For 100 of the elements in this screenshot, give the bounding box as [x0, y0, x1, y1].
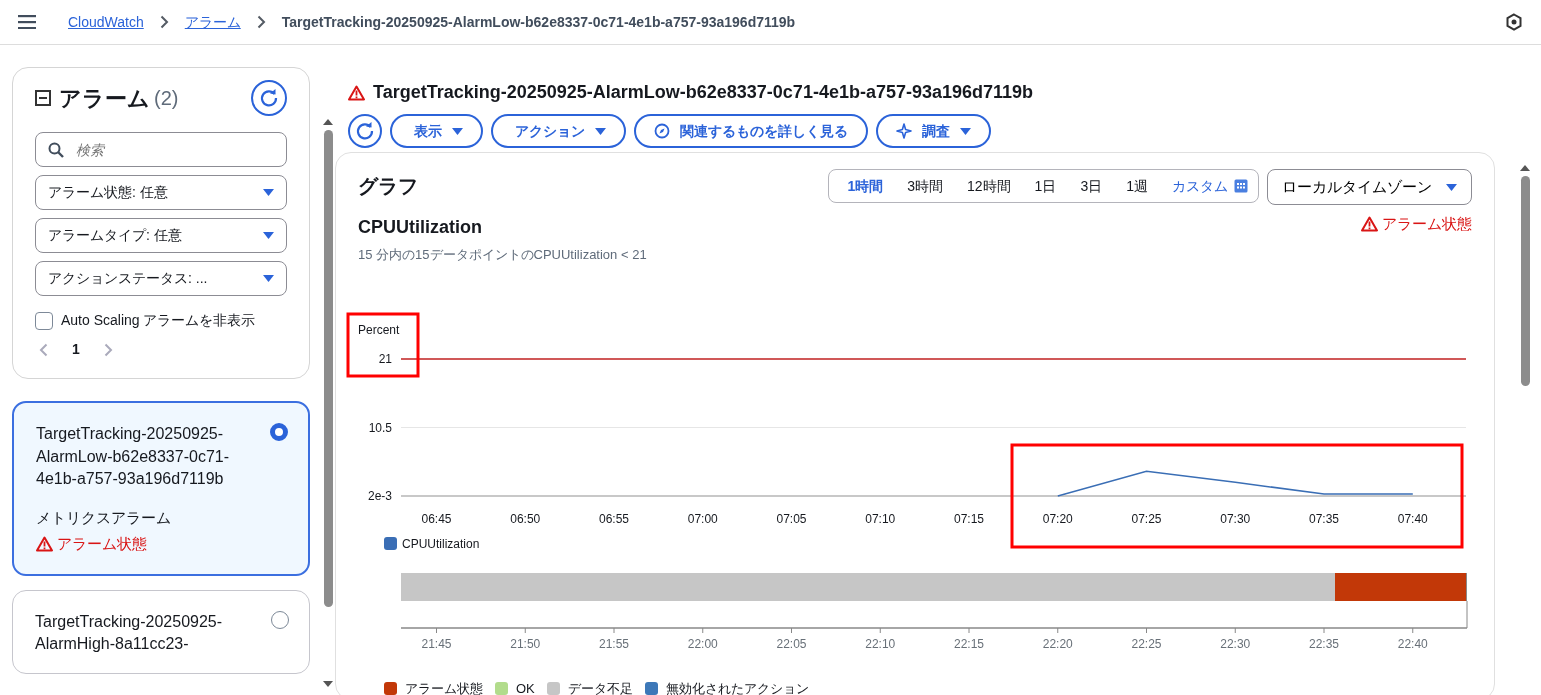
tick-label: 07:25	[1131, 512, 1162, 526]
tick-label: 06:45	[421, 512, 452, 526]
custom-range-button[interactable]: カスタム	[1160, 175, 1234, 197]
warning-icon	[1361, 216, 1378, 233]
tick-label: 07:00	[687, 512, 718, 526]
filter-dropdown[interactable]: アラーム状態: 任意	[35, 175, 287, 210]
filter-dropdown[interactable]: アクションステータス: ...	[35, 261, 287, 296]
checkbox-label: Auto Scaling アラームを非表示	[61, 311, 256, 330]
action-button[interactable]: 調査	[876, 114, 991, 148]
timezone-dropdown[interactable]: ローカルタイムゾーン	[1267, 169, 1472, 205]
time-range-selector[interactable]: 1時間 3時間 12時間 1日 3日 1週 カスタム	[828, 169, 1259, 203]
tick-label: 06:50	[510, 512, 541, 526]
tick-label: 10.5	[368, 420, 392, 435]
time-range-option[interactable]: 1日	[1022, 175, 1069, 197]
tick-label: 07:35	[1309, 512, 1339, 526]
tick-label: 07:30	[1220, 512, 1251, 526]
scroll-thumb[interactable]	[1520, 176, 1530, 386]
refresh-button[interactable]	[251, 80, 287, 116]
tick-label: 22:35	[1309, 637, 1339, 651]
legend-label: データ不足	[567, 680, 633, 695]
filter-dropdown[interactable]: アラームタイプ: 任意	[35, 218, 287, 253]
caret-icon	[960, 126, 971, 136]
time-range-option[interactable]: 1週	[1114, 175, 1160, 197]
tick-label: 21:55	[599, 637, 629, 651]
calendar-icon[interactable]	[1234, 179, 1248, 193]
warning-icon	[348, 84, 365, 101]
warning-icon	[36, 536, 53, 553]
scroll-down-icon[interactable]	[322, 680, 334, 689]
legend-label: OK	[516, 680, 535, 695]
tick-label: 07:20	[1042, 512, 1073, 526]
tick-label: 07:15	[954, 512, 984, 526]
tick-label: 22:00	[687, 637, 718, 651]
tick-label: 21:45	[421, 637, 452, 651]
tick-label: 22:15	[954, 637, 984, 651]
scroll-thumb[interactable]	[323, 130, 333, 607]
alarm-condition: 15 分内の15データポイントのCPUUtilization < 21	[358, 245, 648, 264]
panel-title: アラーム	[59, 84, 150, 113]
caret-icon	[263, 274, 274, 283]
tick-label: 07:05	[776, 512, 807, 526]
radio-button[interactable]	[271, 610, 289, 629]
page-number[interactable]: 1	[72, 339, 80, 361]
tick-label: 06:55	[599, 512, 629, 526]
radio-button[interactable]	[270, 423, 288, 442]
action-button[interactable]: アクション	[491, 114, 626, 148]
metric-name: CPUUtilization	[358, 215, 482, 239]
refresh-button[interactable]	[348, 114, 382, 148]
graph-heading: グラフ	[358, 174, 418, 199]
chevron-right-icon	[159, 15, 169, 29]
axis-title: Percent	[358, 323, 400, 337]
alarm-name: TargetTracking-20250925-AlarmHigh-8a11cc23-	[35, 611, 224, 654]
refresh-icon	[259, 88, 279, 108]
alarm-name: TargetTracking-20250925-AlarmLow-b62e8337-0c71-4e1b-a757-93a196d7119b	[36, 424, 230, 490]
tick-label: 07:10	[865, 512, 896, 526]
caret-icon	[452, 126, 463, 136]
tick-label: 21:50	[510, 637, 541, 651]
tick-label: 22:05	[776, 637, 807, 651]
breadcrumb-link[interactable]: CloudWatch	[68, 11, 144, 33]
tick-label: 22:30	[1220, 637, 1251, 651]
compass-icon	[654, 123, 670, 139]
time-range-option[interactable]: 12時間	[955, 175, 1023, 197]
scroll-up-icon[interactable]	[1519, 163, 1531, 172]
tick-label: 22:25	[1131, 637, 1162, 651]
time-range-option[interactable]: 1時間	[835, 175, 896, 197]
alarm-title: TargetTracking-20250925-AlarmLow-b62e8337-0c71-4e1b-a757-93a196d7119b	[373, 81, 1034, 104]
alarm-state: アラーム状態	[57, 534, 147, 555]
search-field[interactable]: 検索	[35, 132, 287, 167]
time-range-option[interactable]: 3時間	[895, 175, 956, 197]
tick-label: 22:20	[1042, 637, 1073, 651]
tick-label: 22:10	[865, 637, 896, 651]
caret-icon	[595, 126, 606, 136]
legend-label: CPUUtilization	[402, 537, 480, 551]
legend-label: アラーム状態	[405, 680, 483, 695]
legend-swatch	[384, 537, 397, 550]
tick-label: 21	[378, 352, 392, 366]
tick-label: 2e-3	[367, 489, 392, 503]
legend-label: 無効化されたアクション	[665, 680, 809, 695]
chevron-right-icon	[256, 15, 266, 29]
caret-icon	[263, 231, 274, 240]
breadcrumb-link[interactable]: アラーム	[184, 11, 241, 33]
alarm-state: アラーム状態	[1382, 214, 1472, 234]
checkbox[interactable]	[35, 312, 53, 330]
breadcrumb-current: TargetTracking-20250925-AlarmLow-b62e8337-0c71-4e1b-a757-93a196d7119b	[281, 12, 796, 32]
alarm-item[interactable]: TargetTracking-20250925-AlarmLow-b62e8337-0c71-4e1b-a757-93a196d7119b メトリクスアラーム アラーム状態	[12, 401, 310, 576]
search-icon	[48, 142, 64, 158]
alarm-count: (2)	[154, 86, 179, 111]
action-button[interactable]: 表示	[390, 114, 483, 148]
caret-icon	[263, 188, 274, 197]
hexagon-icon[interactable]	[1505, 13, 1523, 31]
sparkle-icon	[896, 123, 912, 139]
caret-icon	[1446, 182, 1457, 192]
alarm-item[interactable]: TargetTracking-20250925-AlarmHigh-8a11cc23-	[12, 589, 310, 675]
menu-icon[interactable]	[18, 15, 36, 29]
scroll-up-icon[interactable]	[322, 117, 334, 126]
alarm-type: メトリクスアラーム	[36, 507, 172, 528]
time-range-option[interactable]: 3日	[1068, 175, 1115, 197]
collapse-icon[interactable]	[35, 90, 51, 106]
tick-label: 07:40	[1397, 512, 1428, 526]
action-button[interactable]: 関連するものを詳しく見る	[634, 114, 868, 148]
tick-label: 22:40	[1397, 637, 1428, 651]
refresh-icon	[355, 121, 375, 141]
